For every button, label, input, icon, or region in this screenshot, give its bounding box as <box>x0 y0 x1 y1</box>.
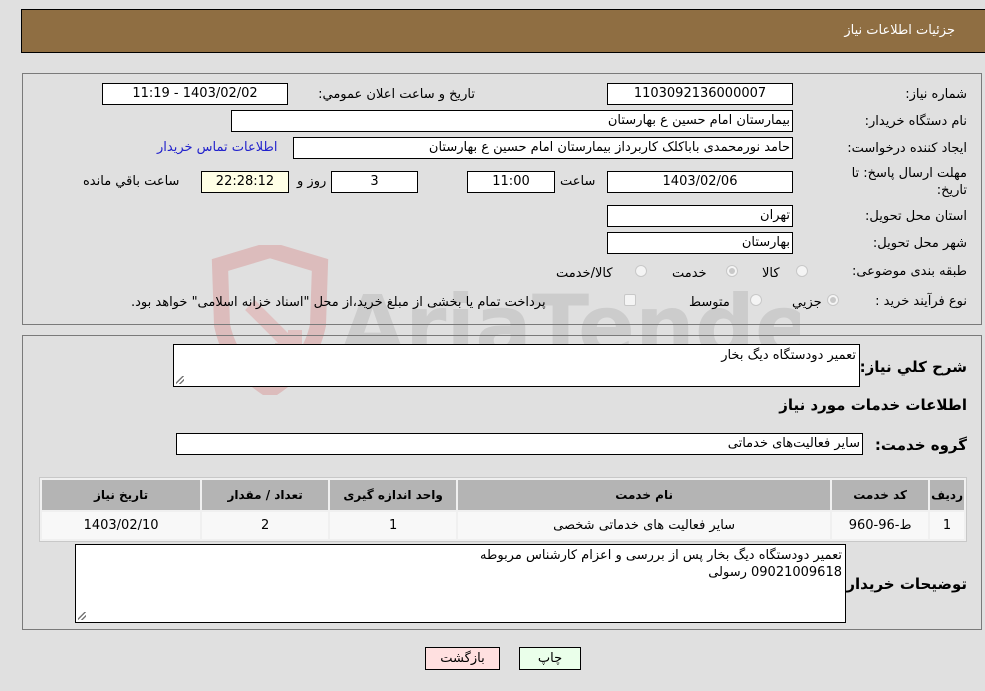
province-field: تهران <box>607 205 793 227</box>
buyer-notes-line2: 09021009618 رسولی <box>708 565 842 580</box>
services-table: ردیف کد خدمت نام خدمت واحد اندازه گیری ت… <box>39 477 967 542</box>
services-heading: اطلاعات خدمات مورد نیاز <box>779 396 967 414</box>
process-minor-label: جزيي <box>792 295 822 310</box>
city-field: بهارستان <box>607 232 793 254</box>
col-service-code: کد خدمت <box>832 480 929 510</box>
cell-need-date: 1403/02/10 <box>42 512 201 539</box>
summary-textarea[interactable]: تعمیر دودستگاه دیگ بخار <box>173 344 860 387</box>
province-label: استان محل تحویل: <box>865 209 967 224</box>
service-group-label: گروه خدمت: <box>874 436 967 454</box>
deadline-date-field: 1403/02/06 <box>607 171 793 193</box>
table-row: 1 ط-96-960 سایر فعالیت های خدماتی شخصی 1… <box>42 512 964 539</box>
process-type-label: نوع فرآیند خرید : <box>875 294 967 309</box>
resize-grip-icon[interactable] <box>78 612 86 620</box>
resize-grip-icon[interactable] <box>176 376 184 384</box>
col-unit: واحد اندازه گیری <box>330 480 457 510</box>
page-title: جزئیات اطلاعات نیاز <box>844 23 955 38</box>
remaining-time-field: 22:28:12 <box>201 171 289 193</box>
summary-label: شرح کلي نیاز: <box>859 358 967 376</box>
deadline-time-field: 11:00 <box>467 171 555 193</box>
cell-service-name: سایر فعالیت های خدماتی شخصی <box>458 512 831 539</box>
cell-unit: 1 <box>330 512 457 539</box>
process-minor-radio[interactable] <box>827 294 839 306</box>
col-service-name: نام خدمت <box>458 480 831 510</box>
creator-field: حامد نورمحمدی باباکلک کاربرداز بیمارستان… <box>293 137 793 159</box>
summary-text: تعمیر دودستگاه دیگ بخار <box>721 348 856 363</box>
category-service-radio[interactable] <box>726 265 738 277</box>
print-button[interactable]: چاپ <box>519 647 581 670</box>
category-goods-service-label: کالا/خدمت <box>556 266 613 281</box>
need-number-field: 1103092136000007 <box>607 83 793 105</box>
announce-date-label: تاریخ و ساعت اعلان عمومي: <box>318 87 475 102</box>
treasury-payment-label: پرداخت تمام یا بخشی از مبلغ خرید،از محل … <box>131 295 546 310</box>
back-button[interactable]: بازگشت <box>425 647 500 670</box>
creator-label: ایجاد کننده درخواست: <box>847 141 967 156</box>
page-header: جزئیات اطلاعات نیاز <box>21 9 985 53</box>
process-medium-radio[interactable] <box>750 294 762 306</box>
category-service-label: خدمت <box>672 266 707 281</box>
deadline-label-line2: تاریخ: <box>936 183 967 198</box>
buyer-notes-textarea[interactable]: تعمیر دودستگاه دیگ بخار پس از بررسی و اع… <box>75 544 846 623</box>
cell-row-number: 1 <box>930 512 964 539</box>
category-goods-label: کالا <box>762 266 780 281</box>
deadline-label-line1: مهلت ارسال پاسخ: تا <box>851 166 967 181</box>
process-medium-label: متوسط <box>689 295 730 310</box>
announce-date-field: 1403/02/02 - 11:19 <box>102 83 288 105</box>
category-label: طبقه بندی موضوعی: <box>851 264 967 279</box>
days-label: روز و <box>297 174 327 189</box>
cell-service-code: ط-96-960 <box>832 512 929 539</box>
col-need-date: تاریخ نیاز <box>42 480 201 510</box>
city-label: شهر محل تحویل: <box>872 236 967 251</box>
category-goods-radio[interactable] <box>796 265 808 277</box>
buyer-org-field: بیمارستان امام حسین ع بهارستان <box>231 110 793 132</box>
buyer-notes-line1: تعمیر دودستگاه دیگ بخار پس از بررسی و اع… <box>480 548 842 563</box>
remaining-time-label: ساعت باقي مانده <box>83 174 180 189</box>
need-number-label: شماره نیاز: <box>905 87 967 102</box>
buyer-notes-label: توضیحات خریدار: <box>840 575 967 593</box>
service-group-field: سایر فعالیت‌های خدماتی <box>176 433 863 455</box>
cell-quantity: 2 <box>202 512 329 539</box>
buyer-contact-link[interactable]: اطلاعات تماس خریدار <box>157 140 277 155</box>
buyer-org-label: نام دستگاه خریدار: <box>864 114 967 129</box>
table-header-row: ردیف کد خدمت نام خدمت واحد اندازه گیری ت… <box>42 480 964 510</box>
category-goods-service-radio[interactable] <box>635 265 647 277</box>
col-quantity: تعداد / مقدار <box>202 480 329 510</box>
col-row-number: ردیف <box>930 480 964 510</box>
deadline-time-label: ساعت <box>560 174 596 189</box>
treasury-payment-checkbox[interactable] <box>624 294 636 306</box>
days-remaining-field: 3 <box>331 171 418 193</box>
